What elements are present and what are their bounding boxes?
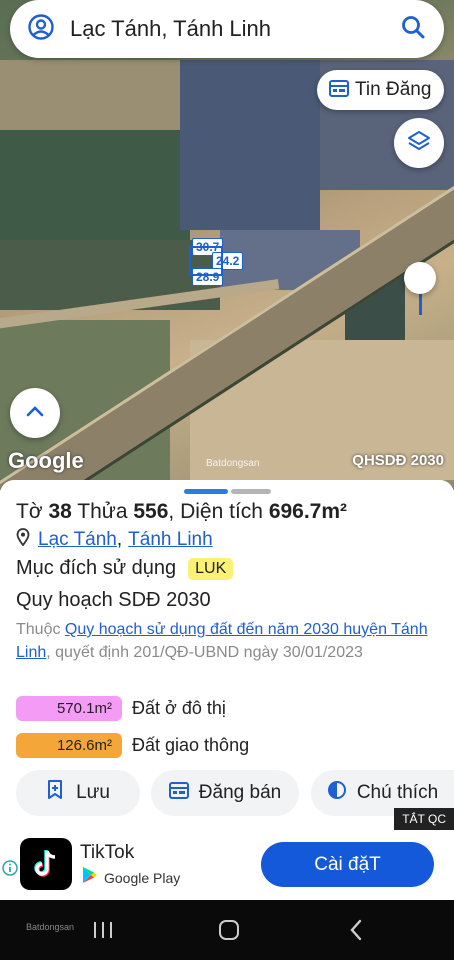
zone-name: Đất giao thông: [132, 735, 250, 755]
legend-label: Chú thích: [356, 782, 439, 803]
google-play-icon: [82, 866, 98, 889]
purpose-label: Mục đích sử dụng: [16, 557, 177, 579]
sheet-page-indicator-active[interactable]: [184, 489, 228, 494]
calendar-icon: [329, 79, 349, 102]
batdongsan-brand: Batdongsan: [26, 922, 75, 932]
location-district-link[interactable]: Tánh Linh: [128, 529, 213, 551]
sheet-prefix: Tờ: [16, 500, 43, 523]
zone-name: Đất ở đô thị: [132, 698, 226, 718]
planning-description: Thuộc Quy hoạch sử dụng đất đến năm 2030…: [16, 618, 440, 664]
contrast-icon: [327, 780, 347, 806]
post-sale-label: Đăng bán: [198, 782, 282, 803]
info-icon[interactable]: [2, 860, 18, 881]
batdongsan-watermark: Batdongsan: [206, 458, 260, 469]
map-field: [0, 60, 180, 140]
save-button[interactable]: Lưu: [16, 770, 140, 816]
planning-title: Quy hoạch SDĐ 2030: [16, 589, 211, 611]
post-sale-button[interactable]: Đăng bán: [151, 770, 299, 816]
calendar-icon: [168, 781, 189, 805]
search-input[interactable]: Lạc Tánh, Tánh Linh: [70, 16, 400, 42]
news-listing-label: Tin Đăng: [355, 79, 432, 100]
decision-text: , quyết định 201/QĐ-UBND ngày 30/01/2023: [46, 644, 363, 661]
google-play-row: Google Play: [82, 866, 180, 889]
system-navigation-bar: Batdongsan: [0, 900, 454, 960]
location-ward-link[interactable]: Lạc Tánh: [38, 529, 117, 551]
plot-prefix: Thửa: [77, 500, 128, 523]
search-bar[interactable]: Lạc Tánh, Tánh Linh: [10, 0, 444, 58]
sheet-number: 38: [48, 500, 72, 523]
purpose-row: Mục đích sử dụng LUK: [16, 557, 234, 580]
expand-up-button[interactable]: [10, 388, 60, 438]
layers-icon: [407, 129, 431, 158]
plot-number: 556: [133, 500, 169, 523]
tiktok-app-icon[interactable]: [20, 838, 72, 890]
belongs-prefix: Thuộc: [16, 621, 61, 638]
home-button[interactable]: [217, 918, 241, 947]
zoom-slider-handle[interactable]: [404, 262, 436, 294]
map-field: [0, 130, 190, 240]
parcel-location: Lạc Tánh, Tánh Linh: [16, 528, 213, 552]
install-button[interactable]: Cài đặT: [261, 842, 434, 887]
zone-row: 126.6m² Đất giao thông: [16, 733, 249, 758]
bookmark-add-icon: [46, 780, 64, 806]
zone-area-badge: 126.6m²: [16, 733, 122, 758]
layers-button[interactable]: [394, 118, 444, 168]
ad-app-name: TikTok: [80, 842, 135, 863]
save-label: Lưu: [76, 782, 110, 803]
area-prefix: , Diện tích: [168, 500, 263, 523]
location-pin-icon: [16, 528, 30, 552]
news-listing-button[interactable]: Tin Đăng: [317, 70, 444, 110]
location-separator: ,: [116, 529, 123, 550]
map-field: [180, 60, 320, 230]
back-button[interactable]: [348, 918, 364, 947]
chevron-up-icon: [26, 404, 44, 422]
user-icon[interactable]: [28, 13, 54, 45]
parcel-title: Tờ 38 Thửa 556, Diện tích 696.7m²: [16, 500, 347, 524]
map-layer-label: QHSDĐ 2030: [352, 452, 444, 469]
ad-skip-button[interactable]: TẮT QC: [394, 808, 454, 830]
ad-banner[interactable]: TẮT QC TikTok Google Play Cài đặT: [0, 808, 454, 900]
search-icon[interactable]: [400, 14, 426, 45]
google-logo: Google: [8, 448, 84, 473]
sheet-page-indicator[interactable]: [231, 489, 271, 494]
zone-row: 570.1m² Đất ở đô thị: [16, 696, 226, 721]
parcel-area: 696.7m²: [268, 500, 348, 523]
parcel-outline[interactable]: [189, 246, 223, 276]
recent-apps-button[interactable]: [92, 920, 114, 945]
purpose-code-badge: LUK: [188, 557, 234, 580]
zone-area-badge: 570.1m²: [16, 696, 122, 721]
google-play-label: Google Play: [104, 869, 181, 886]
